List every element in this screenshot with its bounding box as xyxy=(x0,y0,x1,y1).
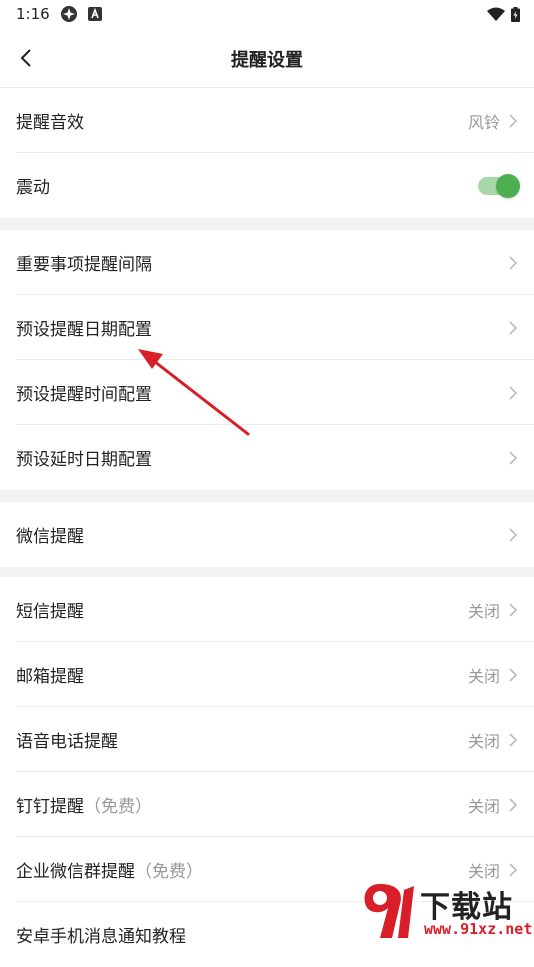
row-label: 预设提醒日期配置 xyxy=(16,320,152,340)
app-bar: 提醒设置 xyxy=(0,28,534,88)
row-email-reminder[interactable]: 邮箱提醒 关闭 xyxy=(0,642,534,707)
row-label: 预设延时日期配置 xyxy=(16,450,152,470)
page-title: 提醒设置 xyxy=(231,50,303,71)
row-dingtalk-reminder[interactable]: 钉钉提醒（免费） 关闭 xyxy=(0,772,534,837)
group-separator xyxy=(0,567,534,577)
chevron-right-icon xyxy=(509,320,518,335)
row-important-interval[interactable]: 重要事项提醒间隔 xyxy=(0,230,534,295)
row-label-text: 钉钉提醒 xyxy=(16,797,84,817)
toggle-knob xyxy=(496,173,520,198)
group-separator xyxy=(0,490,534,502)
row-preset-delay-date[interactable]: 预设延时日期配置 xyxy=(0,425,534,490)
row-label: 企业微信群提醒（免费） xyxy=(16,857,468,882)
chevron-right-icon xyxy=(509,255,518,270)
row-value: 关闭 xyxy=(467,601,500,621)
row-label: 短信提醒 xyxy=(16,602,84,622)
chevron-right-icon xyxy=(509,602,518,617)
row-sms-reminder[interactable]: 短信提醒 关闭 xyxy=(0,577,534,642)
row-label: 微信提醒 xyxy=(16,527,84,547)
row-label: 震动 xyxy=(16,178,50,198)
row-value: 关闭 xyxy=(467,796,500,816)
row-vibration: 震动 xyxy=(0,153,534,218)
row-value: 关闭 xyxy=(467,666,500,686)
row-voice-call-reminder[interactable]: 语音电话提醒 关闭 xyxy=(0,707,534,772)
group-separator xyxy=(0,218,534,230)
status-time: 1:16 xyxy=(16,5,50,23)
chevron-right-icon xyxy=(509,862,518,877)
chevron-right-icon xyxy=(509,385,518,400)
settings-group-sound: 提醒音效 风铃 震动 xyxy=(0,88,534,218)
chevron-right-icon xyxy=(509,113,518,128)
free-note: （免费） xyxy=(84,797,152,817)
settings-group-wechat: 微信提醒 xyxy=(0,502,534,567)
row-label: 钉钉提醒（免费） xyxy=(16,792,468,817)
row-preset-time[interactable]: 预设提醒时间配置 xyxy=(0,360,534,425)
chevron-right-icon xyxy=(509,667,518,682)
settings-group-preset: 重要事项提醒间隔 预设提醒日期配置 预设提醒时间配置 预设延时日期配置 xyxy=(0,230,534,490)
vibration-toggle[interactable] xyxy=(478,173,520,198)
row-label: 重要事项提醒间隔 xyxy=(16,255,152,275)
watermark-logo-icon xyxy=(364,884,414,938)
row-label: 语音电话提醒 xyxy=(16,732,118,752)
row-value: 关闭 xyxy=(467,731,500,751)
row-label: 预设提醒时间配置 xyxy=(16,385,152,405)
row-value: 关闭 xyxy=(467,861,500,881)
row-label-text: 企业微信群提醒 xyxy=(16,862,135,882)
watermark: 下载站 www.91xz.net xyxy=(358,880,532,944)
chevron-right-icon xyxy=(509,797,518,812)
row-wechat-reminder[interactable]: 微信提醒 xyxy=(0,502,534,567)
status-bar: 1:16 xyxy=(0,0,534,28)
watermark-url: www.91xz.net xyxy=(424,920,533,938)
chevron-right-icon xyxy=(509,527,518,542)
battery-icon xyxy=(511,6,520,22)
row-preset-date[interactable]: 预设提醒日期配置 xyxy=(0,295,534,360)
row-value: 风铃 xyxy=(467,112,500,132)
app-notification-icon xyxy=(60,6,77,22)
chevron-right-icon xyxy=(509,732,518,747)
row-label: 提醒音效 xyxy=(16,113,84,133)
wifi-icon xyxy=(487,7,505,21)
a-notification-icon xyxy=(87,7,102,21)
row-label: 邮箱提醒 xyxy=(16,667,84,687)
chevron-right-icon xyxy=(509,450,518,465)
row-alert-sound[interactable]: 提醒音效 风铃 xyxy=(0,88,534,153)
free-note: （免费） xyxy=(135,862,203,882)
